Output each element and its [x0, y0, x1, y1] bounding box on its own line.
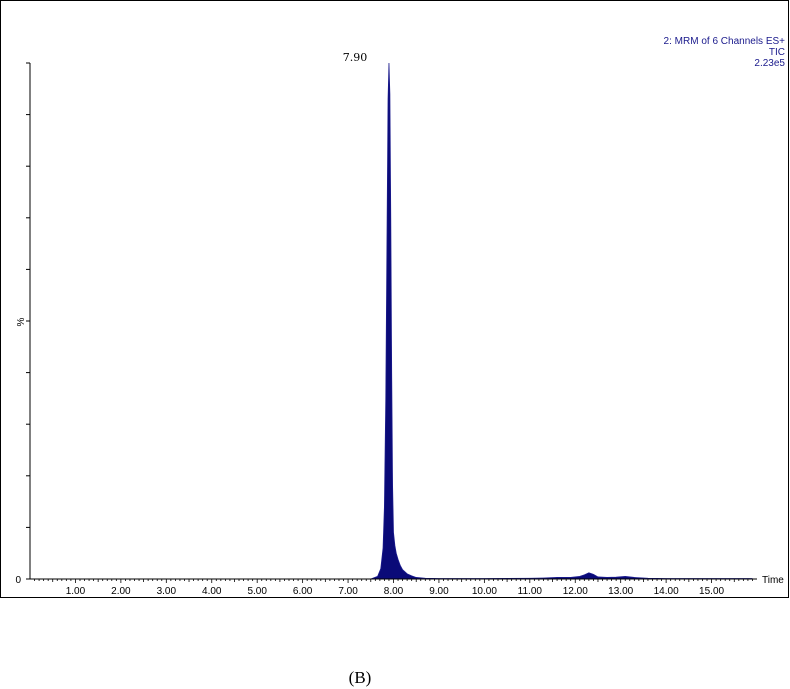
x-axis-label: Time — [762, 575, 784, 586]
x-tick-label: 14.00 — [654, 586, 679, 597]
y-axis-label: % — [16, 317, 27, 326]
x-tick-label: 4.00 — [202, 586, 222, 597]
x-tick-label: 15.00 — [699, 586, 724, 597]
x-tick-label: 6.00 — [293, 586, 313, 597]
x-tick-label: 2.00 — [111, 586, 131, 597]
plot-border — [0, 0, 789, 598]
x-tick-label: 7.00 — [338, 586, 358, 597]
chromatogram-frame: 2: MRM of 6 Channels ES+ TIC 2.23e5 1.00… — [0, 0, 789, 598]
x-tick-label: 3.00 — [157, 586, 177, 597]
y-zero-label: 0 — [15, 575, 21, 586]
header-line-3: 2.23e5 — [754, 58, 785, 69]
peak-label: 7.90 — [343, 51, 368, 64]
x-tick-label: 11.00 — [518, 586, 543, 597]
x-tick-label: 5.00 — [247, 586, 267, 597]
figure-caption: (B) — [348, 668, 372, 687]
x-tick-label: 13.00 — [608, 586, 633, 597]
x-tick-label: 8.00 — [384, 586, 404, 597]
x-tick-label: 10.00 — [472, 586, 497, 597]
header-line-2: TIC — [769, 47, 785, 58]
x-tick-label: 1.00 — [66, 586, 86, 597]
header-line-1: 2: MRM of 6 Channels ES+ — [664, 36, 786, 47]
x-tick-label: 12.00 — [563, 586, 588, 597]
x-tick-label: 9.00 — [429, 586, 449, 597]
